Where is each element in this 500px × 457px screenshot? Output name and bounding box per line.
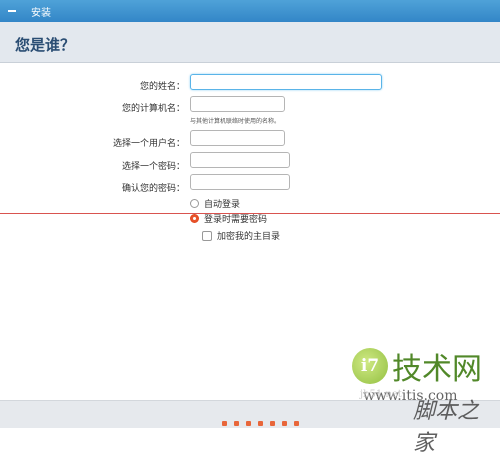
encrypt-home-option[interactable]: 加密我的主目录 (202, 229, 280, 242)
username-label: 选择一个用户名： (112, 139, 185, 149)
progress-dot (270, 421, 275, 426)
require-password-radio[interactable] (190, 214, 199, 223)
progress-dot (222, 421, 227, 426)
watermark-name: 技术网 (392, 352, 482, 387)
confirm-password-input[interactable] (190, 174, 290, 190)
password-input[interactable] (190, 152, 290, 168)
watermark-logo: i7 (352, 348, 388, 384)
encrypt-home-label: 加密我的主目录 (217, 232, 281, 242)
progress-dot (294, 421, 299, 426)
confirm-password-label: 确认您的密码： (121, 184, 185, 194)
watermark-brand: 脚本之家 (413, 399, 480, 456)
username-input[interactable] (190, 130, 285, 146)
window-menu-icon[interactable] (8, 10, 16, 12)
auto-login-option[interactable]: 自动登录 (190, 197, 240, 210)
encrypt-home-checkbox[interactable] (202, 230, 212, 241)
progress-dot (282, 421, 287, 426)
password-label: 选择一个密码： (121, 162, 185, 172)
computer-name-hint: 与其他计算机联络时使用的名称。 (190, 118, 281, 125)
watermark-site: jb51.net (360, 389, 402, 400)
auto-login-radio[interactable] (190, 199, 199, 208)
name-label: 您的姓名： (139, 82, 185, 92)
name-input[interactable] (190, 74, 382, 90)
progress-dots (222, 421, 299, 426)
annotation-line (0, 213, 500, 214)
computer-name-label: 您的计算机名： (121, 104, 185, 114)
page-title: 您是谁？ (15, 36, 76, 54)
auto-login-label: 自动登录 (204, 200, 241, 210)
progress-dot (258, 421, 263, 426)
progress-dot (246, 421, 251, 426)
window-titlebar: 安装 (0, 0, 500, 22)
computer-name-input[interactable] (190, 96, 285, 112)
page-header: 您是谁？ (0, 22, 500, 63)
progress-dot (234, 421, 239, 426)
window-title: 安装 (31, 7, 51, 19)
